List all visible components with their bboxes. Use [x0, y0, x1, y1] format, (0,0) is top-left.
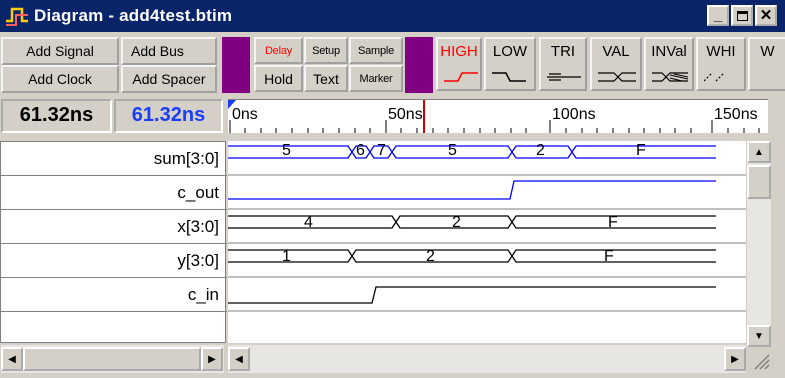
ruler-tick-label: 150ns	[714, 106, 758, 123]
high-label: HIGH	[440, 43, 478, 60]
add-clock-button[interactable]: Add Clock	[1, 65, 119, 93]
add-signal-button[interactable]: Add Signal	[1, 37, 119, 65]
scroll-right-icon[interactable]: ▶	[724, 347, 746, 371]
x-value: F	[608, 214, 618, 231]
size-grip-icon[interactable]	[749, 349, 771, 371]
text-button[interactable]: Text	[304, 65, 348, 92]
w-partial-button[interactable]: W	[748, 37, 785, 91]
window-controls: _ ✕	[707, 5, 777, 26]
val-waveform-icon	[598, 72, 636, 82]
sample-button[interactable]: Sample	[349, 37, 403, 64]
y-bus-wave	[228, 249, 716, 263]
val-label: VAL	[602, 43, 630, 60]
setup-button[interactable]: Setup	[304, 37, 348, 64]
y-value: F	[604, 248, 614, 265]
time-ruler[interactable]: 0ns 50ns 100ns 150ns	[228, 99, 768, 133]
scroll-up-icon[interactable]: ▲	[747, 141, 771, 163]
signal-name-sum[interactable]: sum[3:0]	[1, 142, 227, 176]
maximize-icon[interactable]	[731, 5, 753, 26]
x-bus-wave	[228, 215, 716, 229]
purple-separator	[222, 37, 250, 93]
ruler-tick-label: 100ns	[552, 106, 596, 123]
window-title: Diagram - add4test.btim	[34, 6, 233, 25]
vertical-scrollbar[interactable]: ▲ ▼	[747, 141, 771, 347]
signal-name-x[interactable]: x[3:0]	[1, 210, 227, 244]
tri-button[interactable]: TRI	[539, 37, 587, 91]
cursor-time-readout: 61.32ns	[1, 99, 112, 133]
inval-button[interactable]: INVal	[644, 37, 694, 91]
c-in-wave	[228, 286, 716, 304]
low-label: LOW	[492, 43, 528, 60]
names-horizontal-scrollbar[interactable]: ◀ ▶	[1, 345, 224, 373]
ruler-tick-label: 0ns	[232, 106, 258, 123]
add-bus-button[interactable]: Add Bus	[121, 37, 217, 65]
ruler-ticks	[228, 100, 760, 133]
w-partial-label: W	[760, 43, 775, 60]
scroll-left-icon[interactable]: ◀	[228, 347, 250, 371]
vertical-scroll-thumb[interactable]	[747, 165, 771, 199]
signal-name-y[interactable]: y[3:0]	[1, 244, 227, 278]
tri-waveform-icon	[547, 73, 581, 81]
minimize-icon[interactable]: _	[707, 5, 729, 26]
high-button[interactable]: HIGH	[436, 37, 482, 91]
marker-button[interactable]: Marker	[349, 65, 403, 92]
names-scroll-thumb[interactable]	[23, 347, 201, 371]
toolbar: Add Signal Add Bus Add Clock Add Spacer …	[0, 34, 785, 96]
y-value: 1	[282, 248, 291, 265]
high-waveform-icon	[444, 72, 478, 82]
sum-value: 6	[356, 142, 365, 159]
waveform-area[interactable]: 5 6 7 5 2 F 4 2 F 1 2 F	[228, 141, 746, 343]
signal-name-c-out[interactable]: c_out	[1, 176, 227, 210]
low-waveform-icon	[492, 72, 526, 82]
diagram-app-icon	[6, 7, 28, 26]
sum-value: F	[636, 142, 646, 159]
inval-label: INVal	[651, 43, 687, 60]
ruler-tick-label: 50ns	[388, 106, 423, 123]
sum-value: 5	[282, 142, 291, 159]
x-value: 4	[304, 214, 313, 231]
sum-value: 5	[448, 142, 457, 159]
scroll-down-icon[interactable]: ▼	[747, 325, 771, 347]
add-spacer-button[interactable]: Add Spacer	[121, 65, 217, 93]
marker-time-readout: 61.32ns	[114, 99, 223, 133]
hold-button[interactable]: Hold	[254, 65, 303, 92]
whi-waveform-icon	[704, 72, 725, 82]
whi-button[interactable]: WHI	[696, 37, 746, 91]
scroll-right-icon[interactable]: ▶	[201, 347, 223, 371]
c-out-wave	[228, 180, 716, 200]
scroll-left-icon[interactable]: ◀	[1, 347, 23, 371]
signal-name-list: sum[3:0] c_out x[3:0] y[3:0] c_in	[0, 141, 227, 343]
low-button[interactable]: LOW	[484, 37, 536, 91]
val-button[interactable]: VAL	[590, 37, 642, 91]
tri-label: TRI	[550, 43, 576, 60]
close-icon[interactable]: ✕	[755, 5, 777, 26]
delay-button[interactable]: Delay	[254, 37, 303, 64]
whi-label: WHI	[706, 43, 736, 60]
sum-value: 7	[377, 142, 386, 159]
signal-name-c-in[interactable]: c_in	[1, 278, 227, 312]
y-value: 2	[426, 248, 435, 265]
sum-value: 2	[536, 142, 545, 159]
waveform-canvas	[228, 145, 746, 312]
waveform-horizontal-scrollbar[interactable]: ◀ ▶	[228, 345, 746, 373]
inval-waveform-icon	[652, 72, 688, 82]
purple-separator-2	[405, 37, 433, 93]
title-bar: Diagram - add4test.btim _ ✕	[0, 0, 785, 32]
x-value: 2	[452, 214, 461, 231]
